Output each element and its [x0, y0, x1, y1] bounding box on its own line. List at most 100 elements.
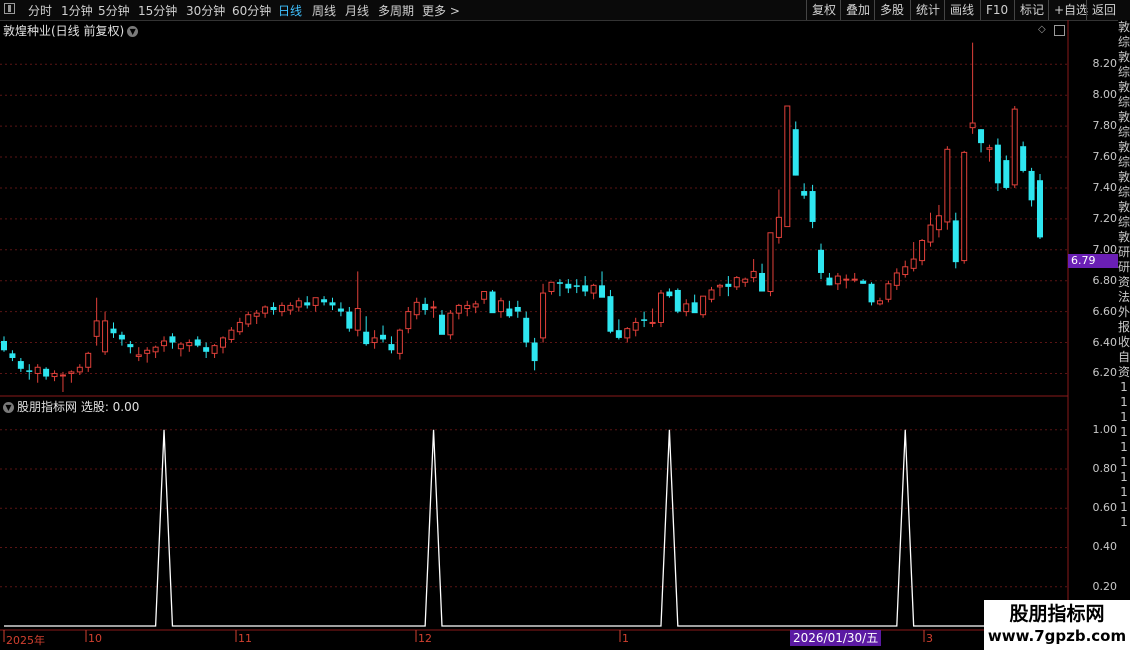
candle-body-up: [590, 284, 597, 294]
candle-body-down: [599, 285, 606, 298]
candle-body-down: [388, 344, 395, 351]
candle-body-up: [228, 329, 235, 340]
candle-body-up: [287, 304, 294, 311]
candle-body-down: [952, 220, 959, 263]
candle-body-up: [716, 284, 723, 288]
candle-body-up: [986, 147, 993, 150]
candle-body-down: [110, 328, 117, 334]
candle-body-up: [135, 354, 142, 357]
candle-body-up: [700, 295, 707, 316]
candle-body-down: [1028, 170, 1035, 201]
side-char: 1: [1120, 440, 1128, 454]
price-tick-label: 6.20: [1092, 366, 1118, 380]
price-tick-label: 6.40: [1092, 335, 1118, 349]
candle-body-up: [969, 122, 976, 129]
side-char: 1: [1120, 485, 1128, 499]
candle-body-up: [59, 374, 66, 377]
side-char: 综: [1118, 95, 1130, 109]
watermark: 股朋指标网 www.7gpzb.com: [984, 600, 1130, 650]
time-tick-label: 10: [88, 632, 102, 645]
candle-body-down: [506, 308, 513, 317]
time-tick-label: 2025年: [6, 634, 45, 647]
side-char: 综: [1118, 65, 1130, 79]
candle-body-up: [624, 328, 631, 339]
candle-body-down: [17, 361, 24, 369]
candle-body-up: [312, 297, 319, 306]
indicator-tick-label: 0.80: [1092, 461, 1118, 475]
candle-body-down: [1037, 180, 1043, 238]
candle-body-up: [935, 215, 942, 231]
candle-body-up: [236, 321, 243, 333]
candle-body-down: [194, 339, 201, 346]
candle-body-up: [76, 366, 83, 373]
candle-body-up: [262, 306, 269, 314]
candle-body-up: [177, 343, 184, 350]
side-char: 敦: [1118, 80, 1130, 94]
candle-body-down: [321, 299, 328, 303]
selected-date-tag: 2026/01/30/五: [790, 630, 882, 646]
side-char: 1: [1120, 455, 1128, 469]
candle-body-up: [876, 300, 883, 305]
candle-body-down: [514, 306, 521, 312]
side-char: 法: [1118, 290, 1130, 304]
candle-body-down: [270, 306, 277, 311]
candle-body-down: [422, 303, 429, 311]
side-char: 敦: [1118, 110, 1130, 124]
candle-body-down: [818, 249, 825, 273]
candle-body-up: [910, 258, 917, 269]
watermark-url: www.7gpzb.com: [987, 627, 1127, 645]
candle-body-down: [1, 340, 7, 351]
side-char: 敦: [1118, 20, 1130, 34]
candle-body-up: [902, 266, 909, 276]
candle-body-up: [93, 320, 100, 337]
time-tick-label: 12: [418, 632, 432, 645]
candle-body-down: [43, 368, 50, 377]
side-char: 综: [1118, 35, 1130, 49]
candle-body-down: [127, 344, 134, 348]
side-char: 资: [1118, 365, 1130, 379]
indicator-tick-label: 0.20: [1092, 579, 1118, 593]
price-tick-label: 8.00: [1092, 88, 1118, 102]
candle-body-up: [919, 240, 926, 262]
candle-body-up: [851, 278, 858, 281]
candle-body-up: [464, 304, 471, 310]
side-char: 1: [1120, 500, 1128, 514]
side-char: 敦: [1118, 200, 1130, 214]
watermark-title: 股朋指标网: [1009, 603, 1105, 625]
price-tick-label: 7.60: [1092, 150, 1118, 164]
candle-body-down: [329, 302, 336, 306]
candle-body-up: [219, 337, 226, 348]
side-char: 报: [1118, 320, 1130, 334]
chart-canvas: [0, 20, 1069, 642]
time-tick-label: 1: [622, 632, 629, 645]
candle-body-up: [927, 224, 934, 243]
candle-body-down: [169, 336, 176, 343]
candle-body-down: [337, 308, 344, 312]
candle-body-up: [68, 371, 75, 374]
candle-body-up: [649, 321, 656, 324]
candle-body-up: [632, 321, 639, 331]
candle-body-down: [531, 342, 538, 362]
side-char: 外: [1118, 305, 1130, 319]
chevron-down-icon[interactable]: ▼: [3, 402, 14, 413]
candle-body-up: [354, 308, 361, 331]
candle-body-up: [186, 342, 193, 347]
candle-body-up: [708, 289, 715, 300]
side-char: 综: [1118, 125, 1130, 139]
signal-line: [4, 429, 1040, 627]
side-char: 综: [1118, 215, 1130, 229]
candle-body-up: [34, 366, 41, 374]
candle-body-up: [396, 329, 403, 354]
side-char: 综: [1118, 185, 1130, 199]
candle-body-up: [455, 304, 462, 314]
side-char: 自: [1118, 350, 1130, 364]
candle-body-down: [380, 334, 387, 340]
candle-body-down: [523, 317, 530, 343]
candle-body-down: [674, 289, 681, 312]
candle-body-up: [430, 306, 437, 309]
side-info-column[interactable]: 敦综敦综敦综敦综敦综敦综敦综敦研研资法外报收自资1111111111: [1118, 20, 1130, 650]
indicator-tick-label: 0.40: [1092, 540, 1118, 554]
side-char: 敦: [1118, 50, 1130, 64]
price-tick-label: 6.80: [1092, 273, 1118, 287]
candle-body-up: [540, 292, 547, 339]
